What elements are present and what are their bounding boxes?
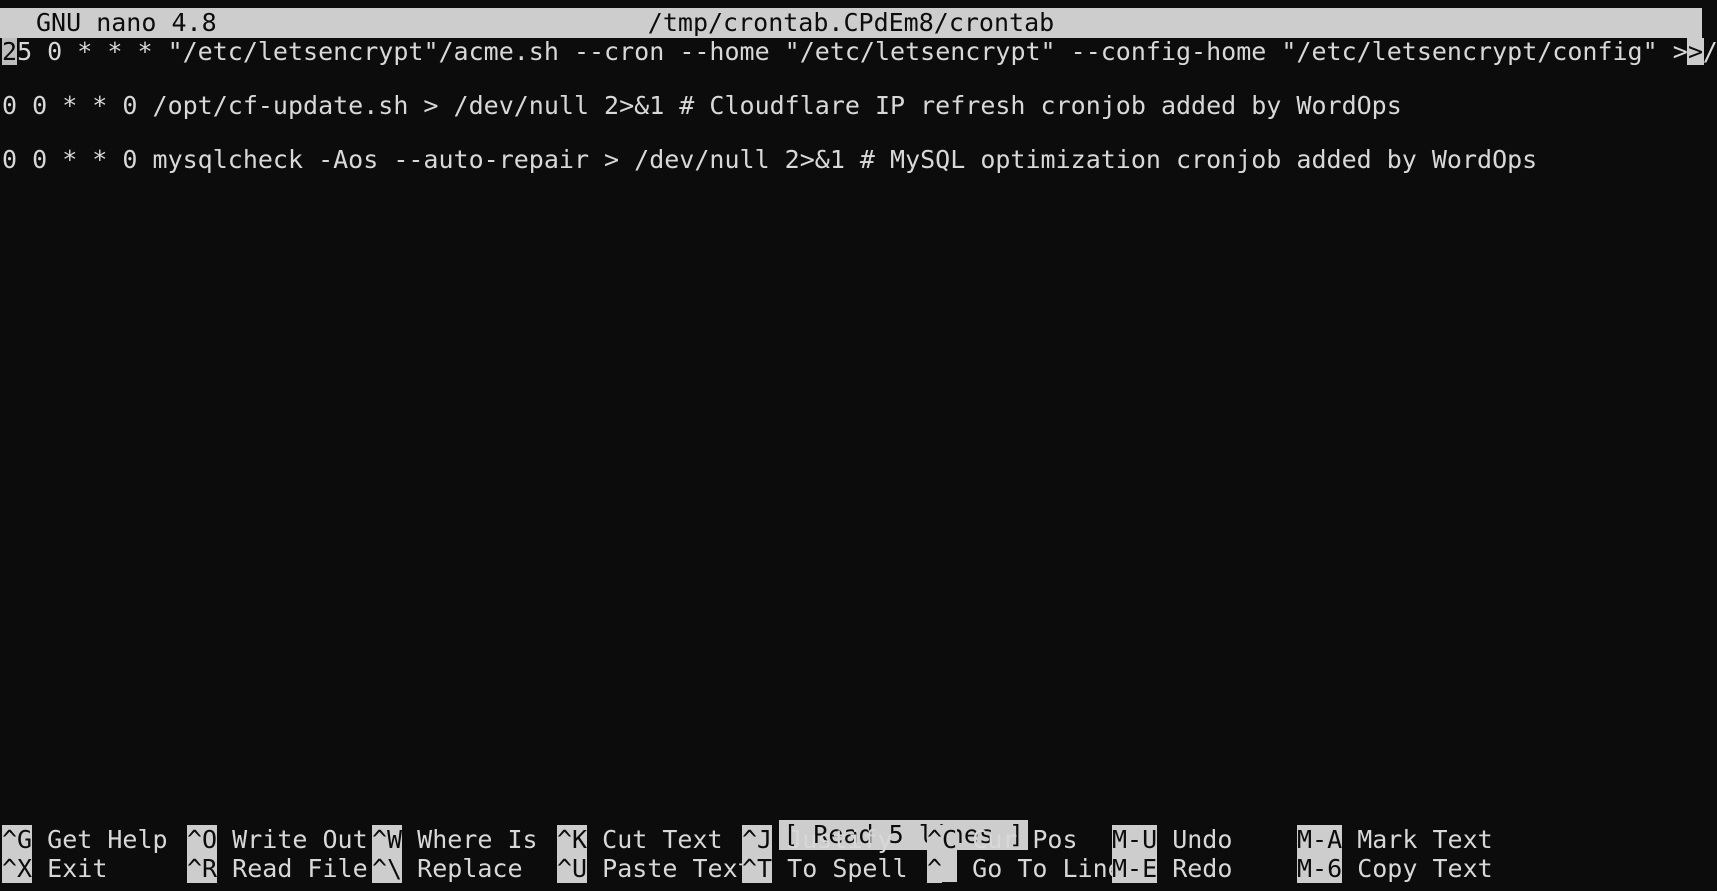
shortcut-label: Read File [217,854,368,883]
title-bar: GNU nano 4.8 /tmp/crontab.CPdEm8/crontab [0,8,1702,38]
shortcut-label: Cur Pos [957,825,1078,854]
terminal-window: GNU nano 4.8 /tmp/crontab.CPdEm8/crontab… [0,0,1717,891]
editor-line-text: 0 0 * * 0 mysqlcheck -Aos --auto-repair … [2,146,1538,173]
shortcut-label: Exit [32,854,108,883]
shortcut-key: ^O [187,825,218,854]
shortcut-key: ^C [927,825,958,854]
shortcut-key: ^R [187,854,218,883]
shortcut-key: ^\ [372,854,403,883]
shortcut-exit[interactable]: ^X Exit [2,854,187,883]
shortcut-label: Get Help [32,825,168,854]
shortcut-to-spell[interactable]: ^T To Spell [742,854,927,883]
shortcut-go-to-line[interactable]: ^_ Go To Line [927,854,1123,883]
shortcut-key: M-U [1112,825,1158,854]
shortcut-column: ^K Cut Text ^U Paste Text [557,825,753,885]
editor-line[interactable]: 25 0 * * * "/etc/letsencrypt"/acme.sh --… [0,38,1717,65]
editor-text-area[interactable]: 25 0 * * * "/etc/letsencrypt"/acme.sh --… [0,38,1717,738]
shortcut-write-out[interactable]: ^O Write Out [187,825,372,854]
shortcut-mark-text[interactable]: M-A Mark Text [1297,825,1493,854]
shortcut-cut-text[interactable]: ^K Cut Text [557,825,742,854]
shortcut-label: Redo [1157,854,1233,883]
editor-line[interactable]: 0 0 * * 0 mysqlcheck -Aos --auto-repair … [0,146,1717,173]
shortcut-key: ^G [2,825,33,854]
shortcut-key: ^U [557,854,588,883]
shortcut-label: Undo [1157,825,1233,854]
shortcut-cur-pos[interactable]: ^C Cur Pos [927,825,1112,854]
shortcut-label: Paste Text [587,854,753,883]
shortcut-replace[interactable]: ^\ Replace [372,854,557,883]
editor-line-text: 25 0 * * * "/etc/letsencrypt"/acme.sh --… [2,38,1717,65]
shortcut-label: Justify [772,825,893,854]
shortcut-label: Mark Text [1342,825,1493,854]
shortcut-key: M-6 [1297,854,1343,883]
shortcut-column: ^J Justify ^T To Spell [742,825,927,885]
shortcut-where-is[interactable]: ^W Where Is [372,825,557,854]
shortcut-column: ^W Where Is ^\ Replace [372,825,557,885]
shortcut-label: Where Is [402,825,538,854]
shortcut-label: Copy Text [1342,854,1493,883]
shortcut-key: ^_ [927,854,958,883]
shortcut-key: ^X [2,854,33,883]
shortcut-label: Cut Text [587,825,723,854]
editor-line[interactable] [0,119,1717,146]
editor-line-text: 0 0 * * 0 /opt/cf-update.sh > /dev/null … [2,92,1402,119]
shortcut-key: ^W [372,825,403,854]
status-message-bar: [ Read 5 lines ] [0,793,1717,850]
shortcut-justify[interactable]: ^J Justify [742,825,927,854]
shortcut-column: ^G Get Help ^X Exit [0,825,187,885]
shortcut-label: Write Out [217,825,368,854]
shortcut-key: ^J [742,825,773,854]
shortcut-get-help[interactable]: ^G Get Help [2,825,187,854]
text-cursor: 2 [2,38,18,65]
shortcut-label: Replace [402,854,523,883]
shortcut-paste-text[interactable]: ^U Paste Text [557,854,753,883]
shortcut-column: M-U Undo M-E Redo [1112,825,1297,885]
shortcut-label: Go To Line [957,854,1123,883]
shortcut-column: ^C Cur Pos ^_ Go To Line [927,825,1123,885]
nano-screen[interactable]: GNU nano 4.8 /tmp/crontab.CPdEm8/crontab… [0,8,1717,884]
line-continuation-marker: > [1686,38,1704,65]
shortcut-copy-text[interactable]: M-6 Copy Text [1297,854,1493,883]
shortcut-label: To Spell [772,854,908,883]
shortcut-help-bar: ^G Get Help ^X Exit ^O Write Out ^R Read Fi… [0,825,1717,885]
shortcut-key: M-E [1112,854,1158,883]
shortcut-read-file[interactable]: ^R Read File [187,854,372,883]
shortcut-key: M-A [1297,825,1343,854]
shortcut-key: ^K [557,825,588,854]
shortcut-key: ^T [742,854,773,883]
editor-line[interactable] [0,65,1717,92]
shortcut-column: M-A Mark Text M-6 Copy Text [1297,825,1493,885]
shortcut-redo[interactable]: M-E Redo [1112,854,1297,883]
editor-line[interactable]: 0 0 * * 0 /opt/cf-update.sh > /dev/null … [0,92,1717,119]
filename-label: /tmp/crontab.CPdEm8/crontab [647,8,1055,37]
shortcut-column: ^O Write Out ^R Read File [187,825,372,885]
shortcut-undo[interactable]: M-U Undo [1112,825,1297,854]
